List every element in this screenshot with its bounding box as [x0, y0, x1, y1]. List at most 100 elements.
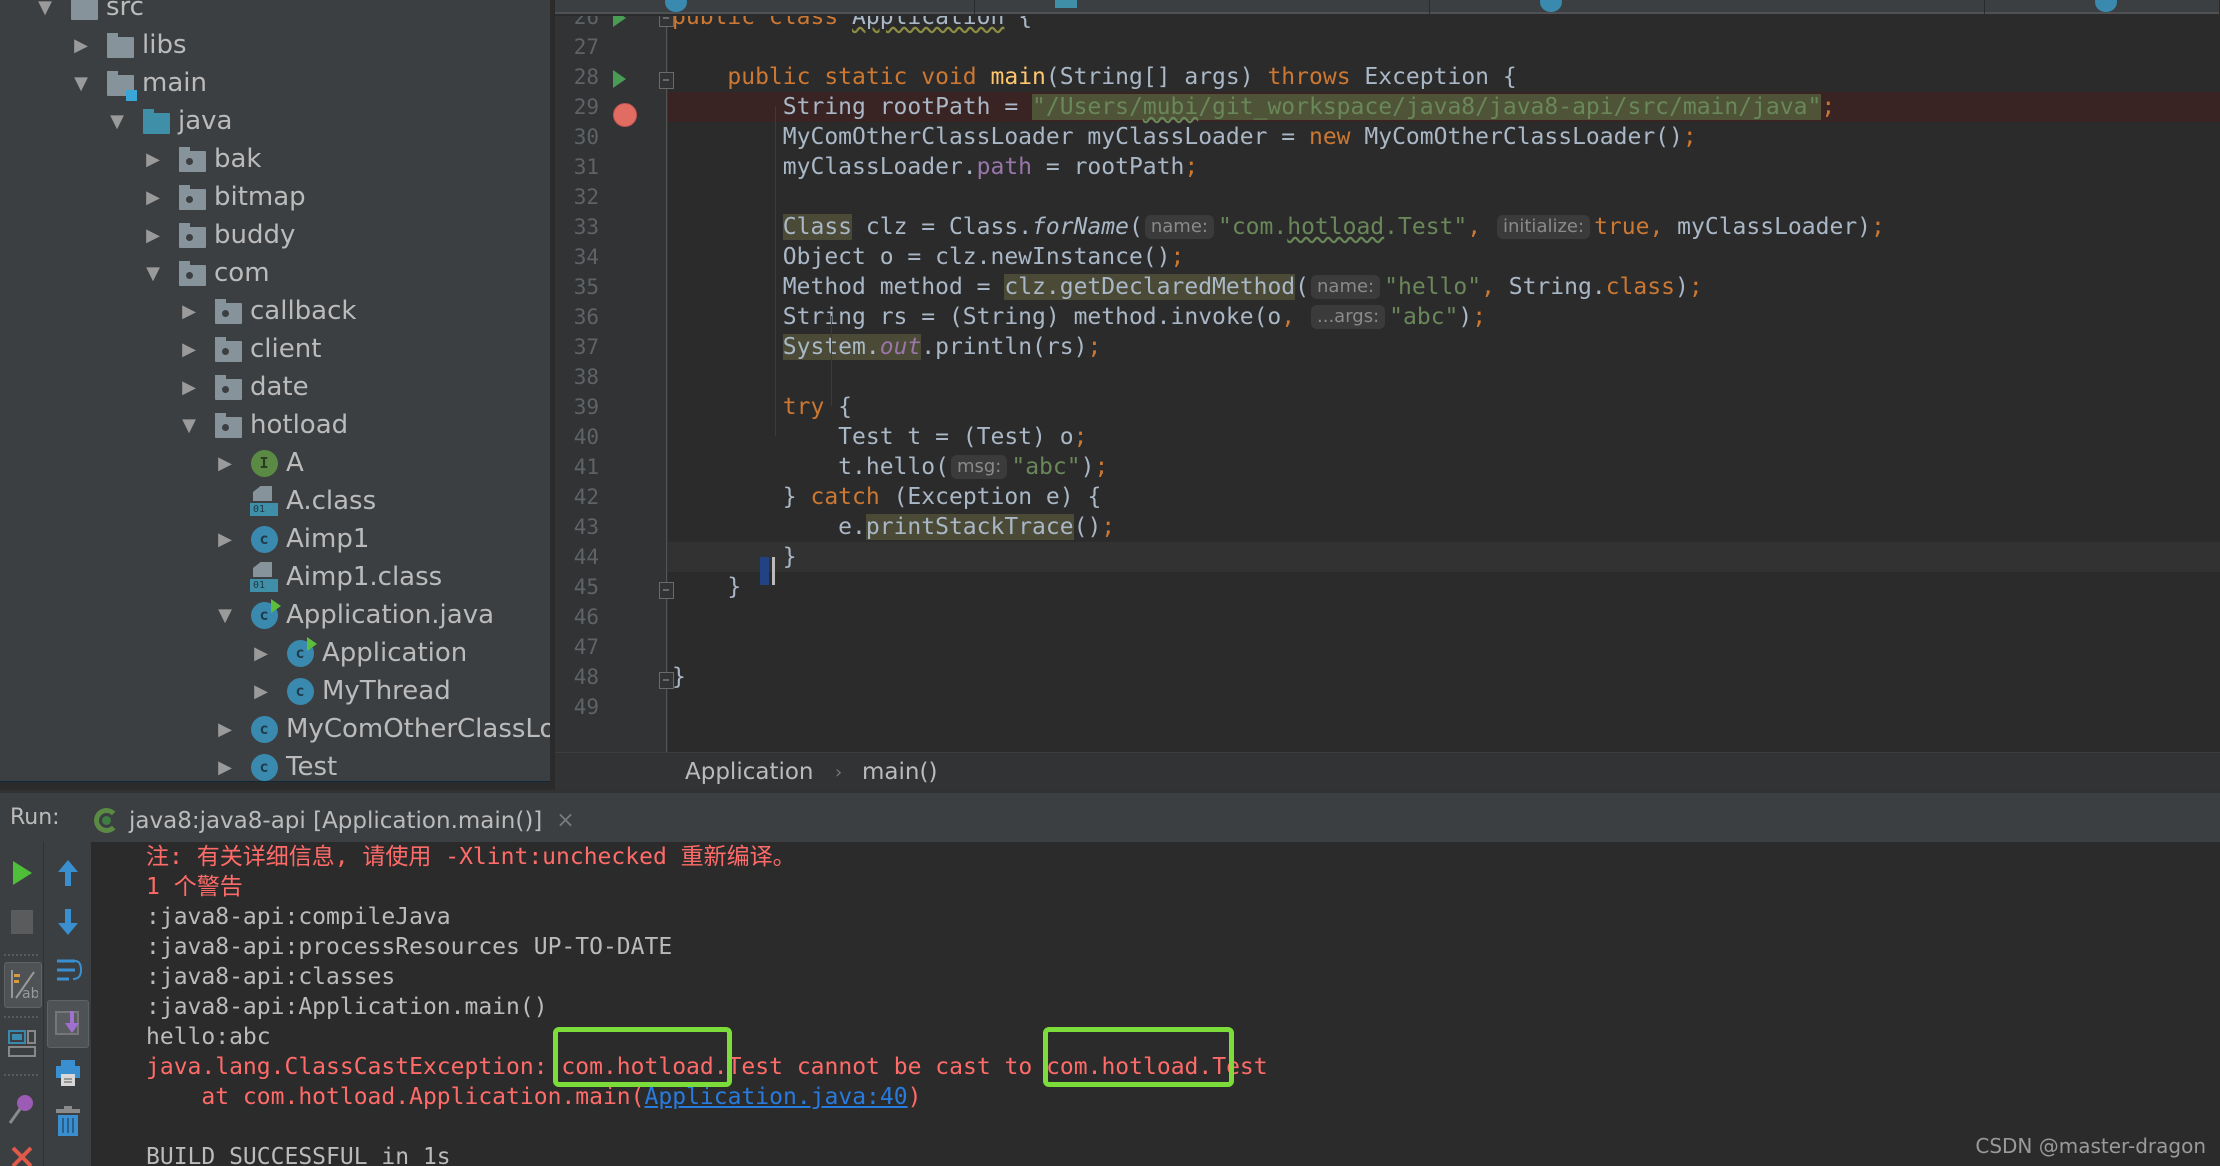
collapse-arrow-icon[interactable]: ▼: [70, 70, 92, 96]
run-class-icon[interactable]: [613, 16, 626, 27]
editor-tab[interactable]: [975, 0, 1430, 14]
code-line[interactable]: public static void main(String[] args) t…: [668, 62, 2220, 92]
close-icon[interactable]: ×: [556, 808, 574, 833]
run-main-icon[interactable]: [613, 70, 626, 88]
code-line[interactable]: String rs = (String) method.invoke(o, ..…: [668, 302, 2220, 332]
tree-selected-row[interactable]: [0, 781, 553, 782]
tree-item[interactable]: ▼ src: [34, 0, 144, 26]
fold-icon[interactable]: [659, 582, 674, 599]
collapse-arrow-icon[interactable]: ▼: [34, 0, 56, 20]
scroll-down-button[interactable]: [51, 905, 85, 939]
tree-scrollbar[interactable]: [550, 0, 553, 782]
tree-item[interactable]: ▶ callback: [178, 292, 356, 330]
code-line[interactable]: Object o = clz.newInstance();: [668, 242, 2220, 272]
collapse-arrow-icon[interactable]: ▼: [142, 260, 164, 286]
tree-item[interactable]: ▶ I A: [214, 444, 304, 482]
tree-item[interactable]: ▶ bak: [142, 140, 261, 178]
editor-tab[interactable]: [1985, 0, 2220, 14]
expand-arrow-icon[interactable]: ▶: [214, 450, 236, 476]
expand-arrow-icon[interactable]: ▶: [250, 678, 272, 704]
expand-arrow-icon[interactable]: ▶: [250, 640, 272, 666]
soft-wrap-button[interactable]: ab: [4, 962, 42, 1008]
expand-arrow-icon[interactable]: ▶: [178, 336, 200, 362]
soft-wraps-button[interactable]: [51, 954, 85, 988]
collapse-arrow-icon[interactable]: ▼: [106, 108, 128, 134]
tree-item[interactable]: 01 Aimp1.class: [214, 558, 442, 596]
source-link[interactable]: Application.java:40: [645, 1084, 908, 1110]
code-line[interactable]: Test t = (Test) o;: [668, 422, 2220, 452]
expand-arrow-icon[interactable]: ▶: [214, 754, 236, 780]
code-line[interactable]: String rootPath = "/Users/mubi/git_works…: [668, 92, 2220, 122]
run-tab[interactable]: java8:java8-api [Application.main()] ×: [70, 796, 590, 845]
tree-item[interactable]: ▼ hotload: [178, 406, 348, 444]
code-line[interactable]: Method method = clz.getDeclaredMethod(na…: [668, 272, 2220, 302]
code-line[interactable]: MyComOtherClassLoader myClassLoader = ne…: [668, 122, 2220, 152]
expand-arrow-icon[interactable]: ▶: [178, 374, 200, 400]
code-line[interactable]: System.out.println(rs);: [668, 332, 2220, 362]
tree-item[interactable]: ▶ c Application: [250, 634, 467, 672]
tree-item[interactable]: ▶ libs: [70, 26, 186, 64]
editor-tab-bar[interactable]: [555, 0, 2220, 14]
tree-item[interactable]: ▶ buddy: [142, 216, 295, 254]
code-line[interactable]: [668, 632, 2220, 662]
tree-item[interactable]: ▶ c MyComOtherClassLoader: [214, 710, 553, 748]
code-line[interactable]: [668, 182, 2220, 212]
scroll-to-end-button[interactable]: [47, 1000, 89, 1048]
tree-item[interactable]: ▶ bitmap: [142, 178, 306, 216]
code-line[interactable]: }: [668, 542, 2220, 572]
project-tree[interactable]: ▼ src ▶ libs ▼ main ▼ java ▶ bak ▶ bitmap ▶ buddy ▼ com…: [0, 0, 553, 782]
collapse-arrow-icon[interactable]: ▼: [178, 412, 200, 438]
tree-item[interactable]: ▼ main: [70, 64, 207, 102]
tree-item[interactable]: ▶ c Test: [214, 748, 337, 782]
pin-button[interactable]: [5, 1092, 39, 1126]
code-line[interactable]: public class Application {: [668, 16, 2220, 32]
code-line[interactable]: [668, 602, 2220, 632]
code-line[interactable]: }: [668, 662, 2220, 692]
code-line[interactable]: Class clz = Class.forName(name: "com.hotl…: [668, 212, 2220, 242]
expand-arrow-icon[interactable]: ▶: [70, 32, 92, 58]
editor-tab[interactable]: [555, 0, 975, 14]
expand-arrow-icon[interactable]: ▶: [142, 146, 164, 172]
fold-icon[interactable]: [659, 72, 674, 89]
tree-item[interactable]: ▼ java: [106, 102, 232, 140]
print-button[interactable]: [51, 1056, 85, 1090]
code-line[interactable]: } catch (Exception e) {: [668, 482, 2220, 512]
code-line[interactable]: [668, 362, 2220, 392]
tree-item[interactable]: ▶ date: [178, 368, 309, 406]
expand-arrow-icon[interactable]: ▶: [142, 184, 164, 210]
tree-item[interactable]: ▼ com: [142, 254, 269, 292]
code-line[interactable]: [668, 692, 2220, 722]
code-line[interactable]: myClassLoader.path = rootPath;: [668, 152, 2220, 182]
expand-arrow-icon[interactable]: ▶: [214, 526, 236, 552]
code-line[interactable]: try {: [668, 392, 2220, 422]
scroll-up-button[interactable]: [51, 856, 85, 890]
code-line[interactable]: }: [668, 572, 2220, 602]
stop-button[interactable]: [5, 905, 39, 939]
layout-button[interactable]: [5, 1027, 39, 1061]
tree-item[interactable]: ▶ c MyThread: [250, 672, 451, 710]
editor-tab[interactable]: [1430, 0, 1985, 14]
fold-icon[interactable]: [659, 16, 674, 27]
clear-all-button[interactable]: [51, 1104, 85, 1138]
class-icon: [1540, 0, 1562, 12]
code-line[interactable]: e.printStackTrace();: [668, 512, 2220, 542]
expand-arrow-icon[interactable]: ▶: [142, 222, 164, 248]
tree-item[interactable]: 01 A.class: [214, 482, 376, 520]
expand-arrow-icon[interactable]: ▶: [178, 298, 200, 324]
fold-icon[interactable]: [659, 672, 674, 689]
tree-item[interactable]: ▼ c Application.java: [214, 596, 494, 634]
editor-gutter[interactable]: 26 27 28 29 30 31 32 33 34 35 36 37 38 39 40 41 42 43 44 45…: [555, 16, 668, 752]
collapse-arrow-icon[interactable]: ▼: [214, 602, 236, 628]
tree-item[interactable]: ▶ client: [178, 330, 321, 368]
console-output[interactable]: 注: 有关详细信息, 请使用 -Xlint:unchecked 重新编译。 1 …: [92, 842, 2220, 1166]
close-run-button[interactable]: [5, 1140, 39, 1166]
tree-item[interactable]: ▶ c Aimp1: [214, 520, 369, 558]
breadcrumb-method[interactable]: main(): [862, 759, 937, 785]
code-editor[interactable]: 26 27 28 29 30 31 32 33 34 35 36 37 38 39 40 41 42 43 44 45…: [555, 16, 2220, 752]
expand-arrow-icon[interactable]: ▶: [214, 716, 236, 742]
code-line[interactable]: [668, 32, 2220, 62]
breadcrumb-class[interactable]: Application: [685, 759, 814, 785]
code-line[interactable]: t.hello(msg: "abc");: [668, 452, 2220, 482]
breakpoint-icon[interactable]: [613, 103, 637, 127]
rerun-button[interactable]: [5, 856, 39, 890]
